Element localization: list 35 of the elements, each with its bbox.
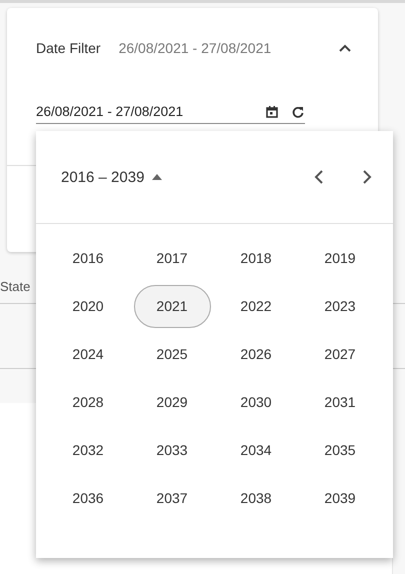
year-option[interactable]: 2018 bbox=[218, 236, 294, 280]
column-label: State bbox=[0, 279, 30, 294]
year-option[interactable]: 2016 bbox=[50, 236, 126, 280]
triangle-up-icon bbox=[152, 174, 162, 180]
year-option[interactable]: 2019 bbox=[302, 236, 378, 280]
year-option[interactable]: 2038 bbox=[218, 476, 294, 520]
date-range-field[interactable]: 26/08/2021 - 27/08/2021 bbox=[36, 104, 305, 124]
year-option[interactable]: 2026 bbox=[218, 332, 294, 376]
year-option[interactable]: 2021 bbox=[134, 284, 210, 328]
year-option[interactable]: 2028 bbox=[50, 380, 126, 424]
year-option[interactable]: 2020 bbox=[50, 284, 126, 328]
year-option[interactable]: 2024 bbox=[50, 332, 126, 376]
date-range-summary: 26/08/2021 - 27/08/2021 bbox=[118, 40, 272, 56]
year-option[interactable]: 2025 bbox=[134, 332, 210, 376]
year-option[interactable]: 2035 bbox=[302, 428, 378, 472]
calendar-icon[interactable] bbox=[265, 104, 279, 118]
filter-label: Date Filter bbox=[36, 40, 101, 56]
year-option[interactable]: 2039 bbox=[302, 476, 378, 520]
year-option[interactable]: 2034 bbox=[218, 428, 294, 472]
year-option[interactable]: 2033 bbox=[134, 428, 210, 472]
year-option[interactable]: 2023 bbox=[302, 284, 378, 328]
year-option[interactable]: 2037 bbox=[134, 476, 210, 520]
chevron-up-icon[interactable] bbox=[338, 43, 352, 53]
year-option[interactable]: 2030 bbox=[218, 380, 294, 424]
year-option[interactable]: 2036 bbox=[50, 476, 126, 520]
year-option[interactable]: 2029 bbox=[134, 380, 210, 424]
previous-button[interactable] bbox=[313, 169, 325, 185]
year-option[interactable]: 2027 bbox=[302, 332, 378, 376]
period-button[interactable]: 2016 – 2039 bbox=[61, 168, 162, 186]
refresh-icon[interactable] bbox=[291, 104, 305, 118]
year-option[interactable]: 2031 bbox=[302, 380, 378, 424]
year-option[interactable]: 2032 bbox=[50, 428, 126, 472]
year-option[interactable]: 2022 bbox=[218, 284, 294, 328]
next-button[interactable] bbox=[361, 169, 373, 185]
year-option[interactable]: 2017 bbox=[134, 236, 210, 280]
